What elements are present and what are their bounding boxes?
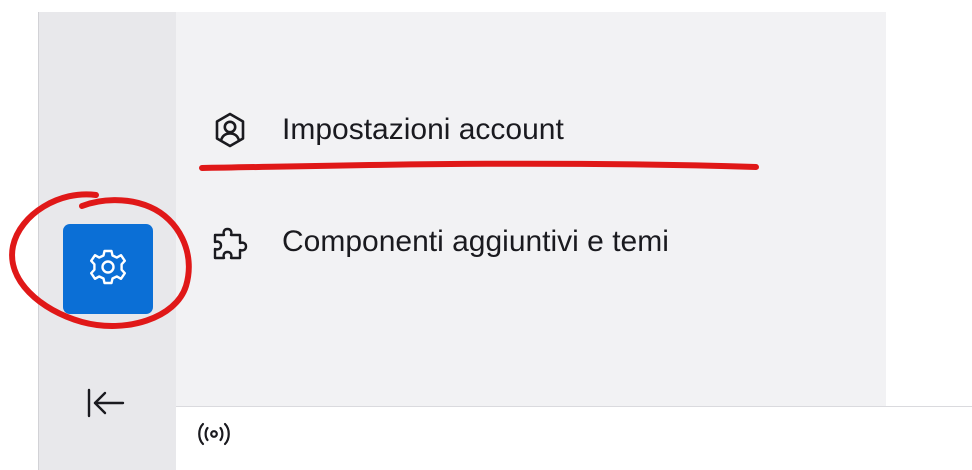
broadcast-icon <box>194 420 234 455</box>
menu-item-addons-themes[interactable]: Componenti aggiuntivi e temi <box>210 212 669 272</box>
activity-status-button[interactable] <box>184 420 244 454</box>
menu-item-label: Impostazioni account <box>282 113 564 146</box>
content-area <box>886 0 972 406</box>
settings-menu-panel <box>176 12 886 406</box>
collapse-sidebar-button[interactable] <box>70 374 142 436</box>
gear-icon <box>88 247 128 292</box>
window-edge <box>0 0 40 470</box>
menu-item-account-settings[interactable]: Impostazioni account <box>210 100 564 160</box>
collapse-left-icon <box>85 387 127 424</box>
settings-button[interactable] <box>63 224 153 314</box>
status-bar <box>176 406 972 470</box>
app-window: Impostazioni account Componenti aggiunti… <box>0 0 972 470</box>
puzzle-icon <box>210 222 250 262</box>
menu-item-label: Componenti aggiuntivi e temi <box>282 225 669 258</box>
account-icon <box>210 110 250 150</box>
